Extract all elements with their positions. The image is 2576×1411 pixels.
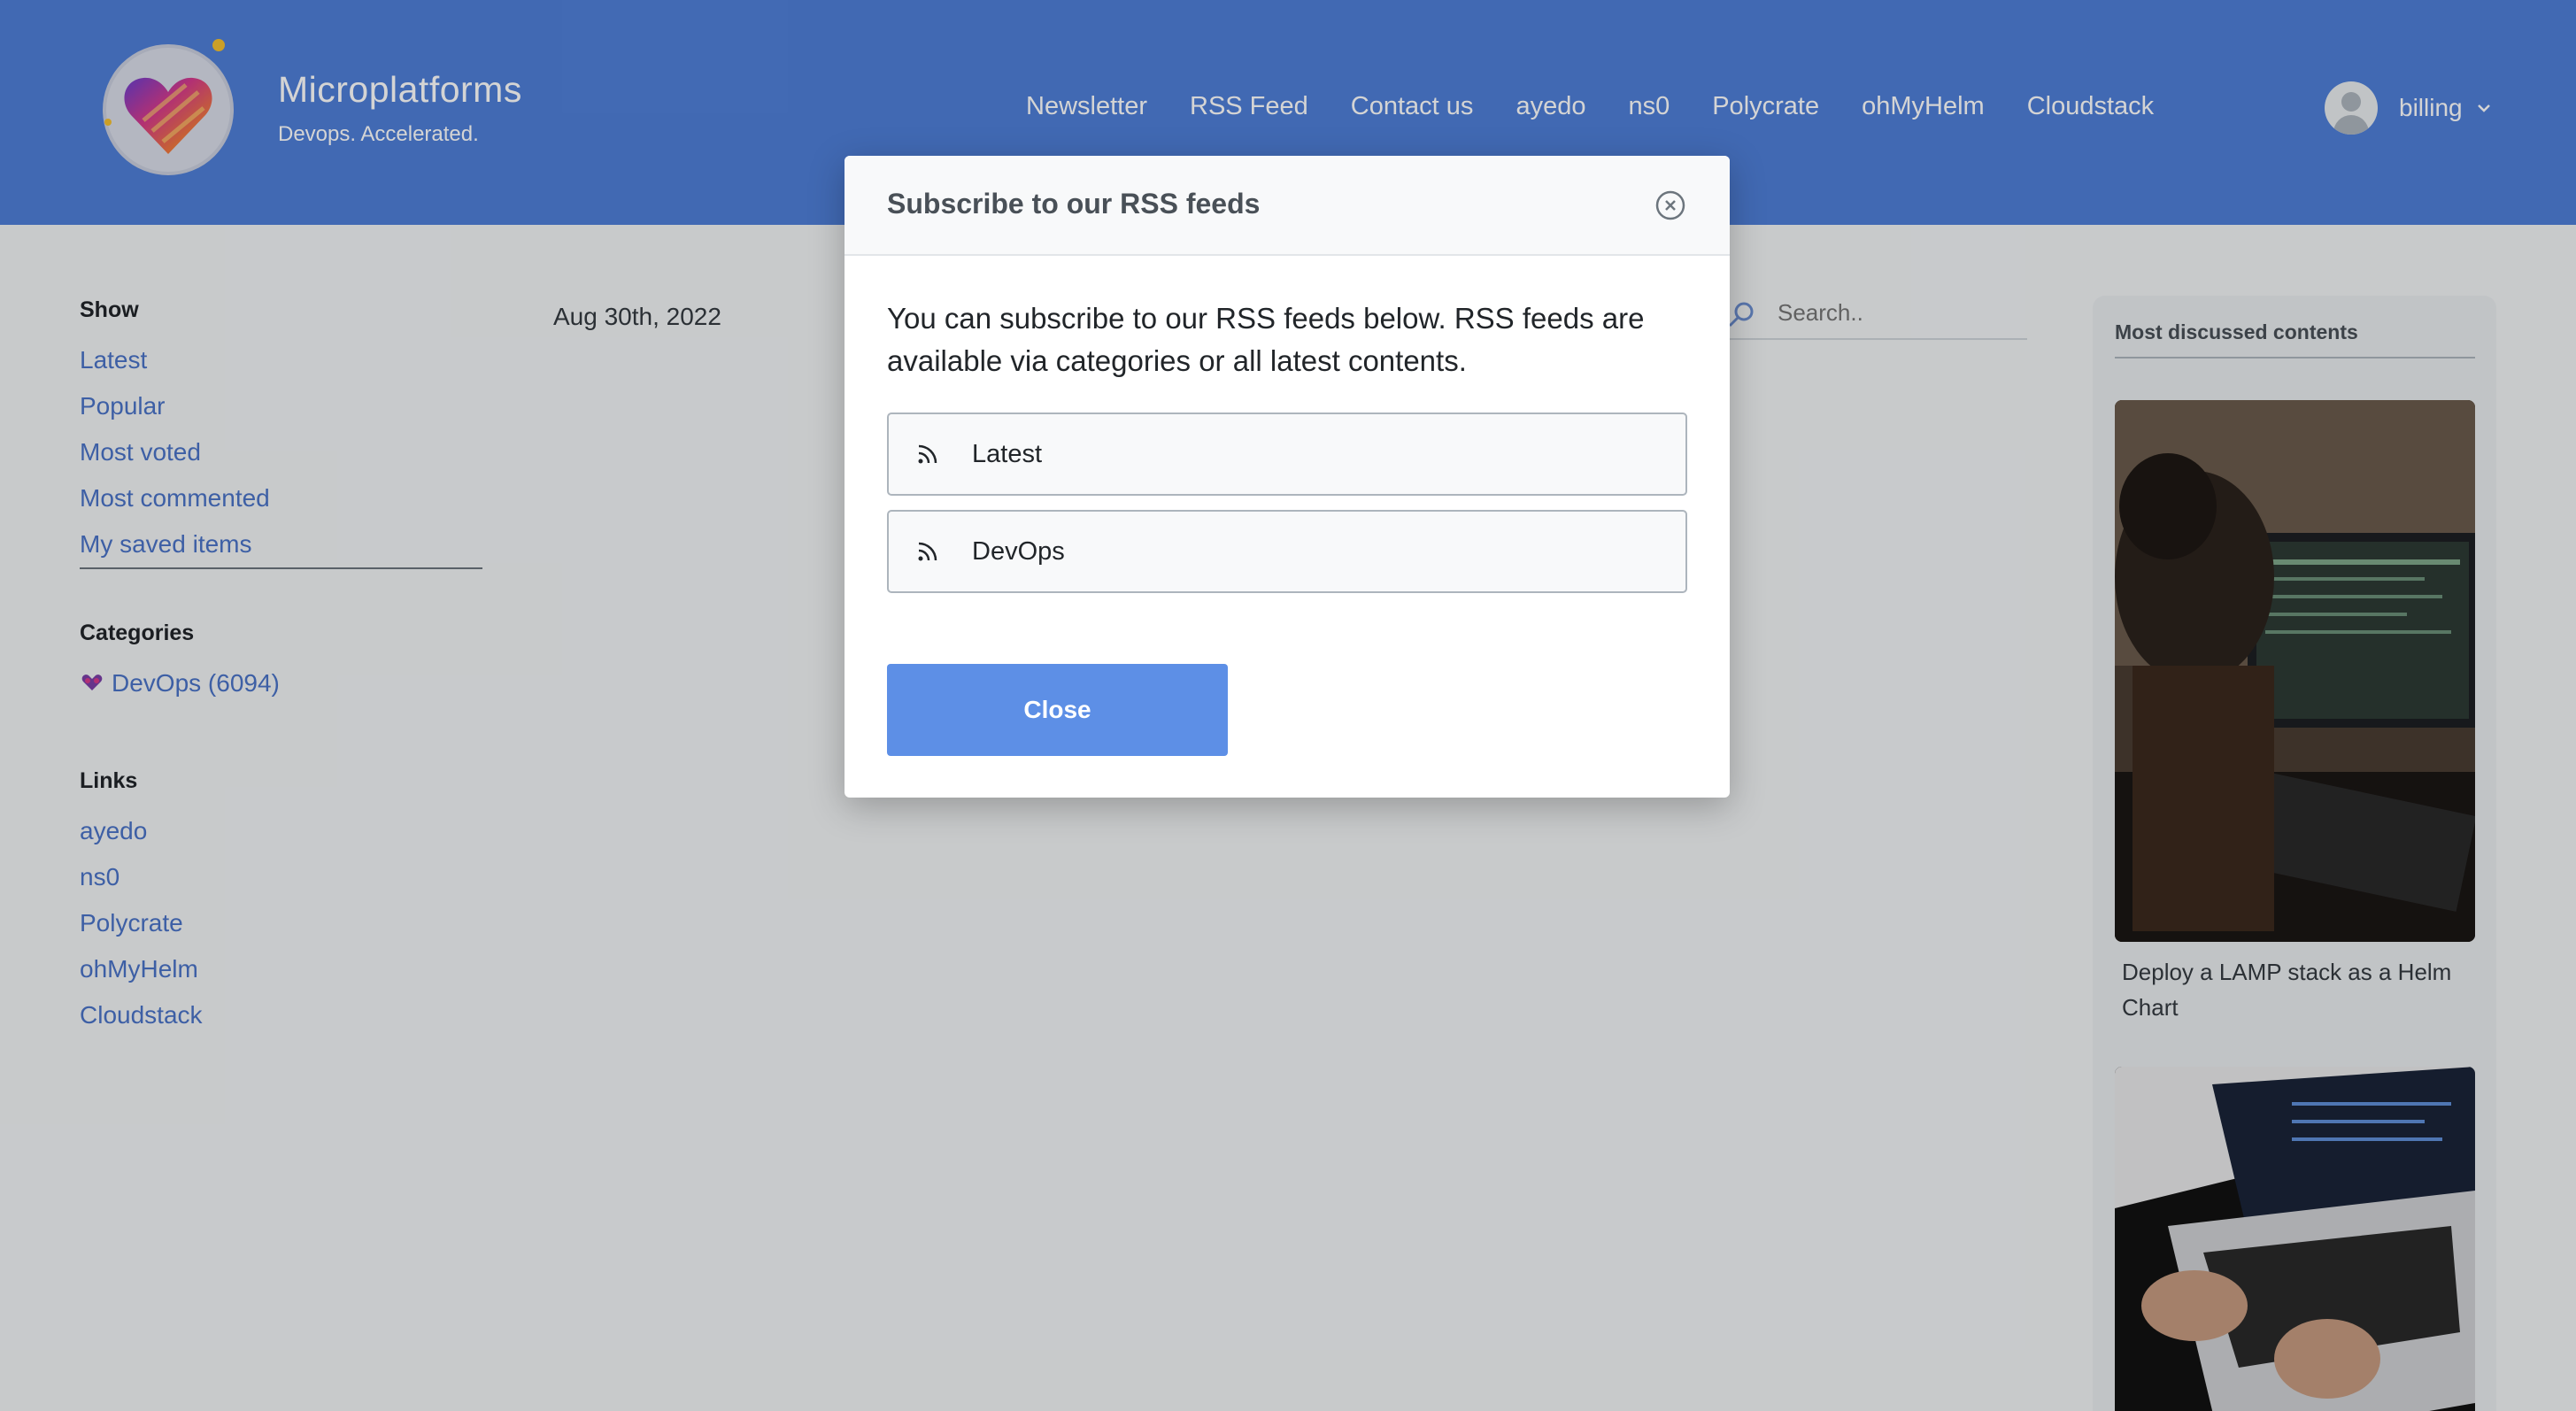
- rss-feed-label: DevOps: [972, 536, 1065, 566]
- close-icon[interactable]: [1654, 189, 1686, 221]
- rss-feed-label: Latest: [972, 439, 1042, 468]
- rss-feed-devops[interactable]: DevOps: [887, 510, 1687, 593]
- rss-icon: [918, 444, 937, 464]
- rss-icon: [918, 542, 937, 561]
- modal-header: Subscribe to our RSS feeds: [845, 156, 1730, 256]
- close-button[interactable]: Close: [887, 664, 1228, 756]
- rss-feed-latest[interactable]: Latest: [887, 413, 1687, 496]
- modal-title: Subscribe to our RSS feeds: [887, 188, 1261, 220]
- rss-subscribe-modal: Subscribe to our RSS feeds You can subsc…: [845, 156, 1730, 798]
- modal-description: You can subscribe to our RSS feeds below…: [887, 302, 1645, 377]
